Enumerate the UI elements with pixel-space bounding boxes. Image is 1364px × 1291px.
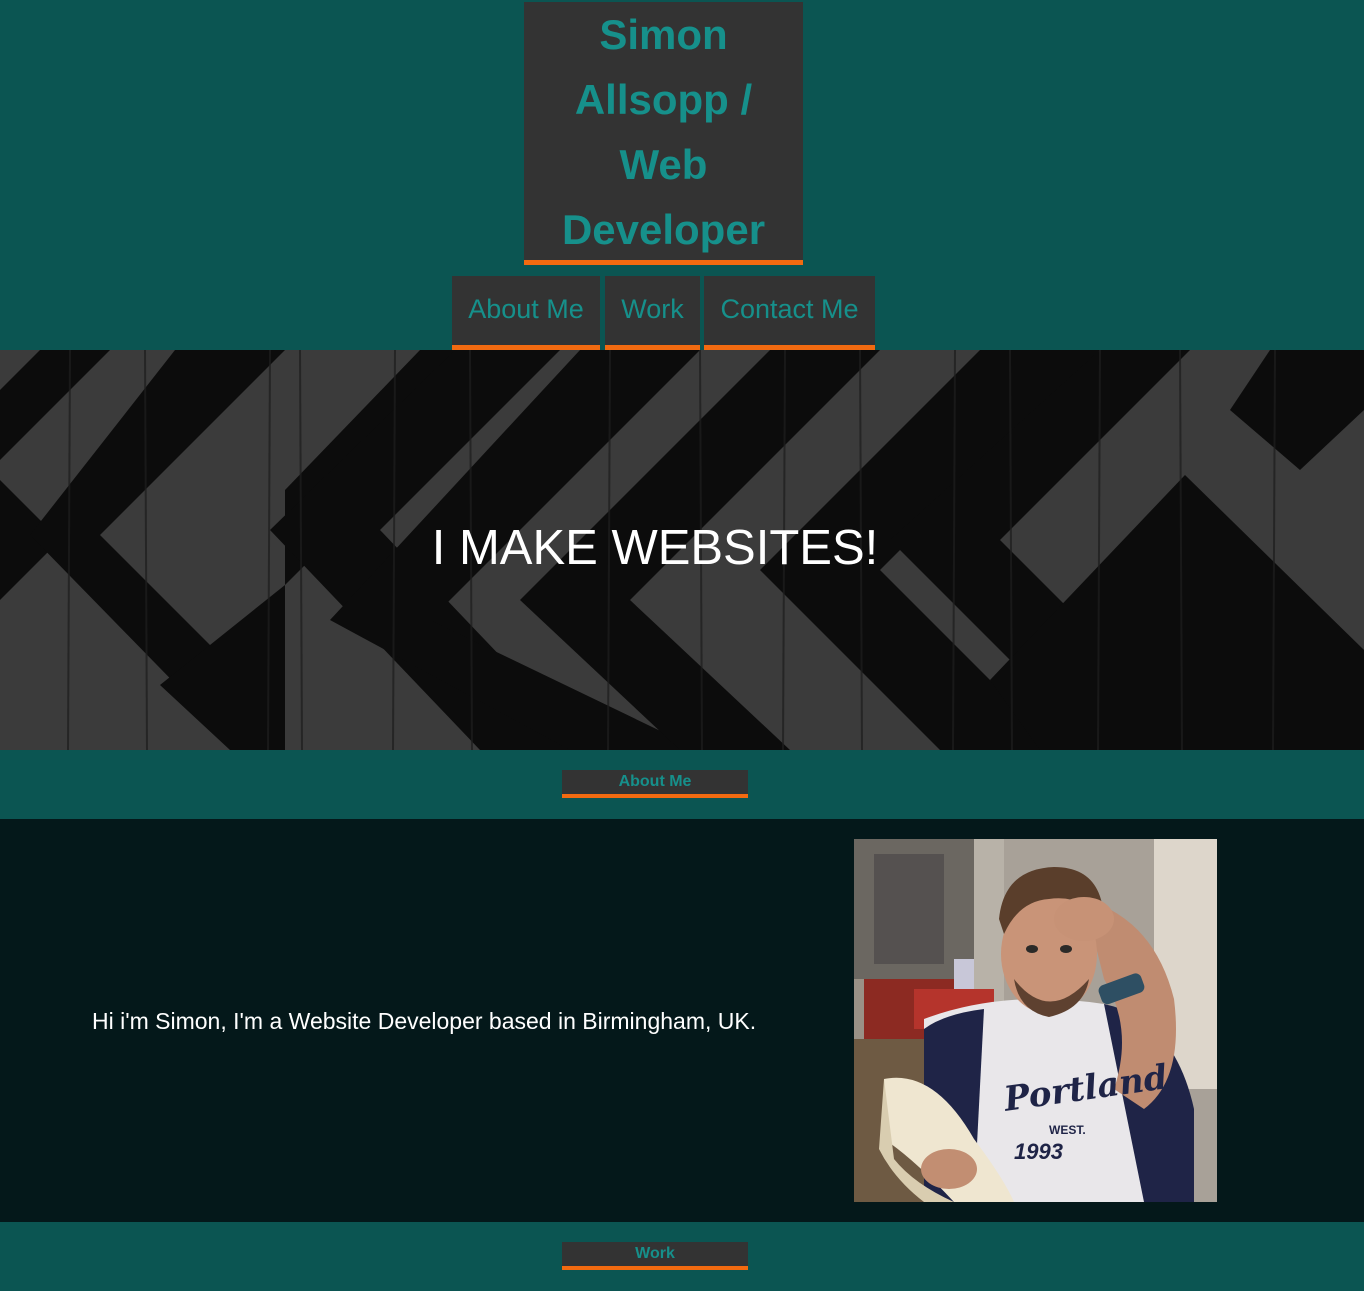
site-title-line: Simon	[599, 11, 728, 58]
about-section-header: About Me	[0, 750, 1364, 819]
hero-headline: I MAKE WEBSITES!	[431, 521, 879, 575]
shirt-print-subtext: WEST.	[1049, 1123, 1086, 1137]
site-header: Simon Allsopp / Web Developer About Me W…	[0, 0, 1364, 350]
nav-work-link[interactable]: Work	[605, 276, 700, 350]
about-intro-text: Hi i'm Simon, I'm a Website Developer ba…	[92, 1008, 757, 1034]
nav-about-me-link[interactable]: About Me	[452, 276, 600, 350]
work-section-header: Work	[0, 1222, 1364, 1291]
site-title-line: Developer	[561, 206, 766, 253]
profile-photo: Portland WEST. 1993	[854, 839, 1217, 1202]
nav-contact-me-link[interactable]: Contact Me	[704, 276, 875, 350]
site-title-line: Allsopp /	[574, 76, 753, 123]
profile-photo-image: Portland WEST. 1993	[854, 839, 1217, 1202]
about-section-label[interactable]: About Me	[562, 770, 748, 798]
shirt-print-year: 1993	[1014, 1139, 1063, 1164]
site-title-line: Web	[619, 141, 708, 188]
site-title[interactable]: Simon Allsopp / Web Developer	[524, 2, 803, 265]
work-section-label[interactable]: Work	[562, 1242, 748, 1270]
